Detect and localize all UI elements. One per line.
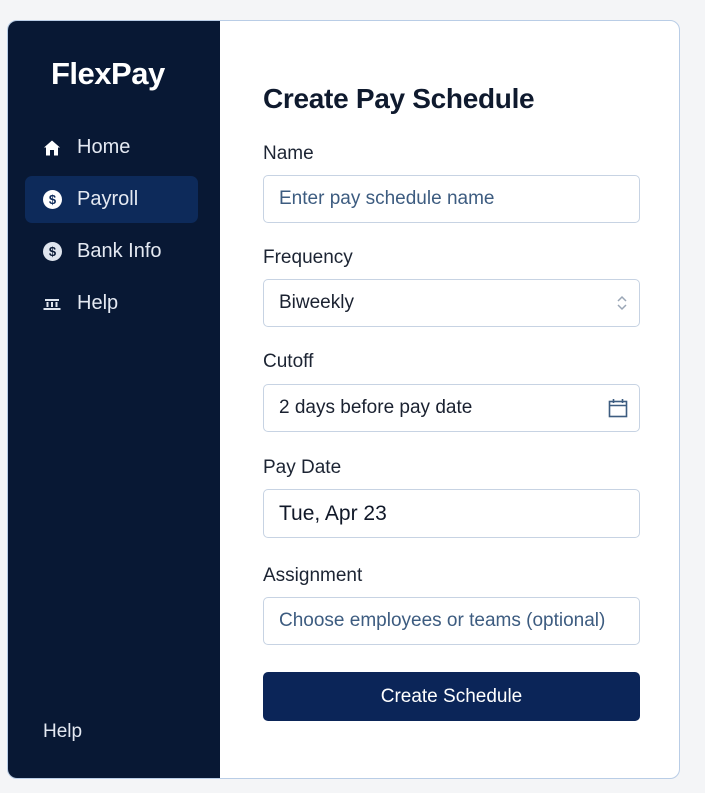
sidebar-item-label: Home	[77, 136, 131, 158]
dollar-circle-icon: $	[42, 190, 62, 210]
sidebar-item-help[interactable]: Help	[25, 280, 198, 327]
name-input[interactable]: Enter pay schedule name	[263, 175, 640, 223]
main-content: Create Pay Schedule Name Enter pay sched…	[220, 21, 679, 778]
pay-date-label: Pay Date	[263, 457, 342, 478]
sidebar-item-label: Bank Info	[77, 240, 162, 262]
sidebar-item-label: Payroll	[77, 188, 139, 210]
assignment-input-placeholder: Choose employees or teams (optional)	[279, 610, 606, 631]
svg-text:$: $	[48, 192, 56, 207]
cutoff-label: Cutoff	[263, 351, 314, 372]
cutoff-field[interactable]: 2 days before pay date	[263, 384, 640, 432]
cutoff-value: 2 days before pay date	[279, 397, 473, 418]
name-label: Name	[263, 143, 314, 164]
frequency-select[interactable]: Biweekly	[263, 279, 640, 327]
sidebar: FlexPay Home $ Payroll $ Bank Info Help …	[8, 21, 220, 778]
brand-logo: FlexPay	[51, 56, 165, 91]
frequency-label: Frequency	[263, 247, 353, 268]
svg-text:$: $	[48, 244, 56, 259]
assignment-input[interactable]: Choose employees or teams (optional)	[263, 597, 640, 645]
pay-date-value: Tue, Apr 23	[279, 501, 387, 525]
sidebar-item-bank-info[interactable]: $ Bank Info	[25, 228, 198, 275]
sidebar-footer-help-link[interactable]: Help	[43, 721, 82, 743]
create-schedule-button[interactable]: Create Schedule	[263, 672, 640, 721]
sidebar-item-label: Help	[77, 292, 119, 314]
page-title: Create Pay Schedule	[263, 83, 535, 114]
sidebar-nav: Home $ Payroll $ Bank Info Help	[25, 124, 198, 332]
app-window: FlexPay Home $ Payroll $ Bank Info Help …	[7, 20, 680, 779]
home-icon	[42, 138, 62, 158]
name-input-placeholder: Enter pay schedule name	[279, 188, 495, 209]
sidebar-item-payroll[interactable]: $ Payroll	[25, 176, 198, 223]
frequency-value: Biweekly	[279, 292, 354, 313]
pay-date-input[interactable]: Tue, Apr 23	[263, 489, 640, 538]
sidebar-item-home[interactable]: Home	[25, 124, 198, 171]
select-chevron-icon	[616, 294, 628, 312]
dollar-circle-icon: $	[42, 242, 62, 262]
bank-icon	[42, 294, 62, 314]
assignment-label: Assignment	[263, 565, 363, 586]
calendar-icon[interactable]	[608, 398, 628, 418]
